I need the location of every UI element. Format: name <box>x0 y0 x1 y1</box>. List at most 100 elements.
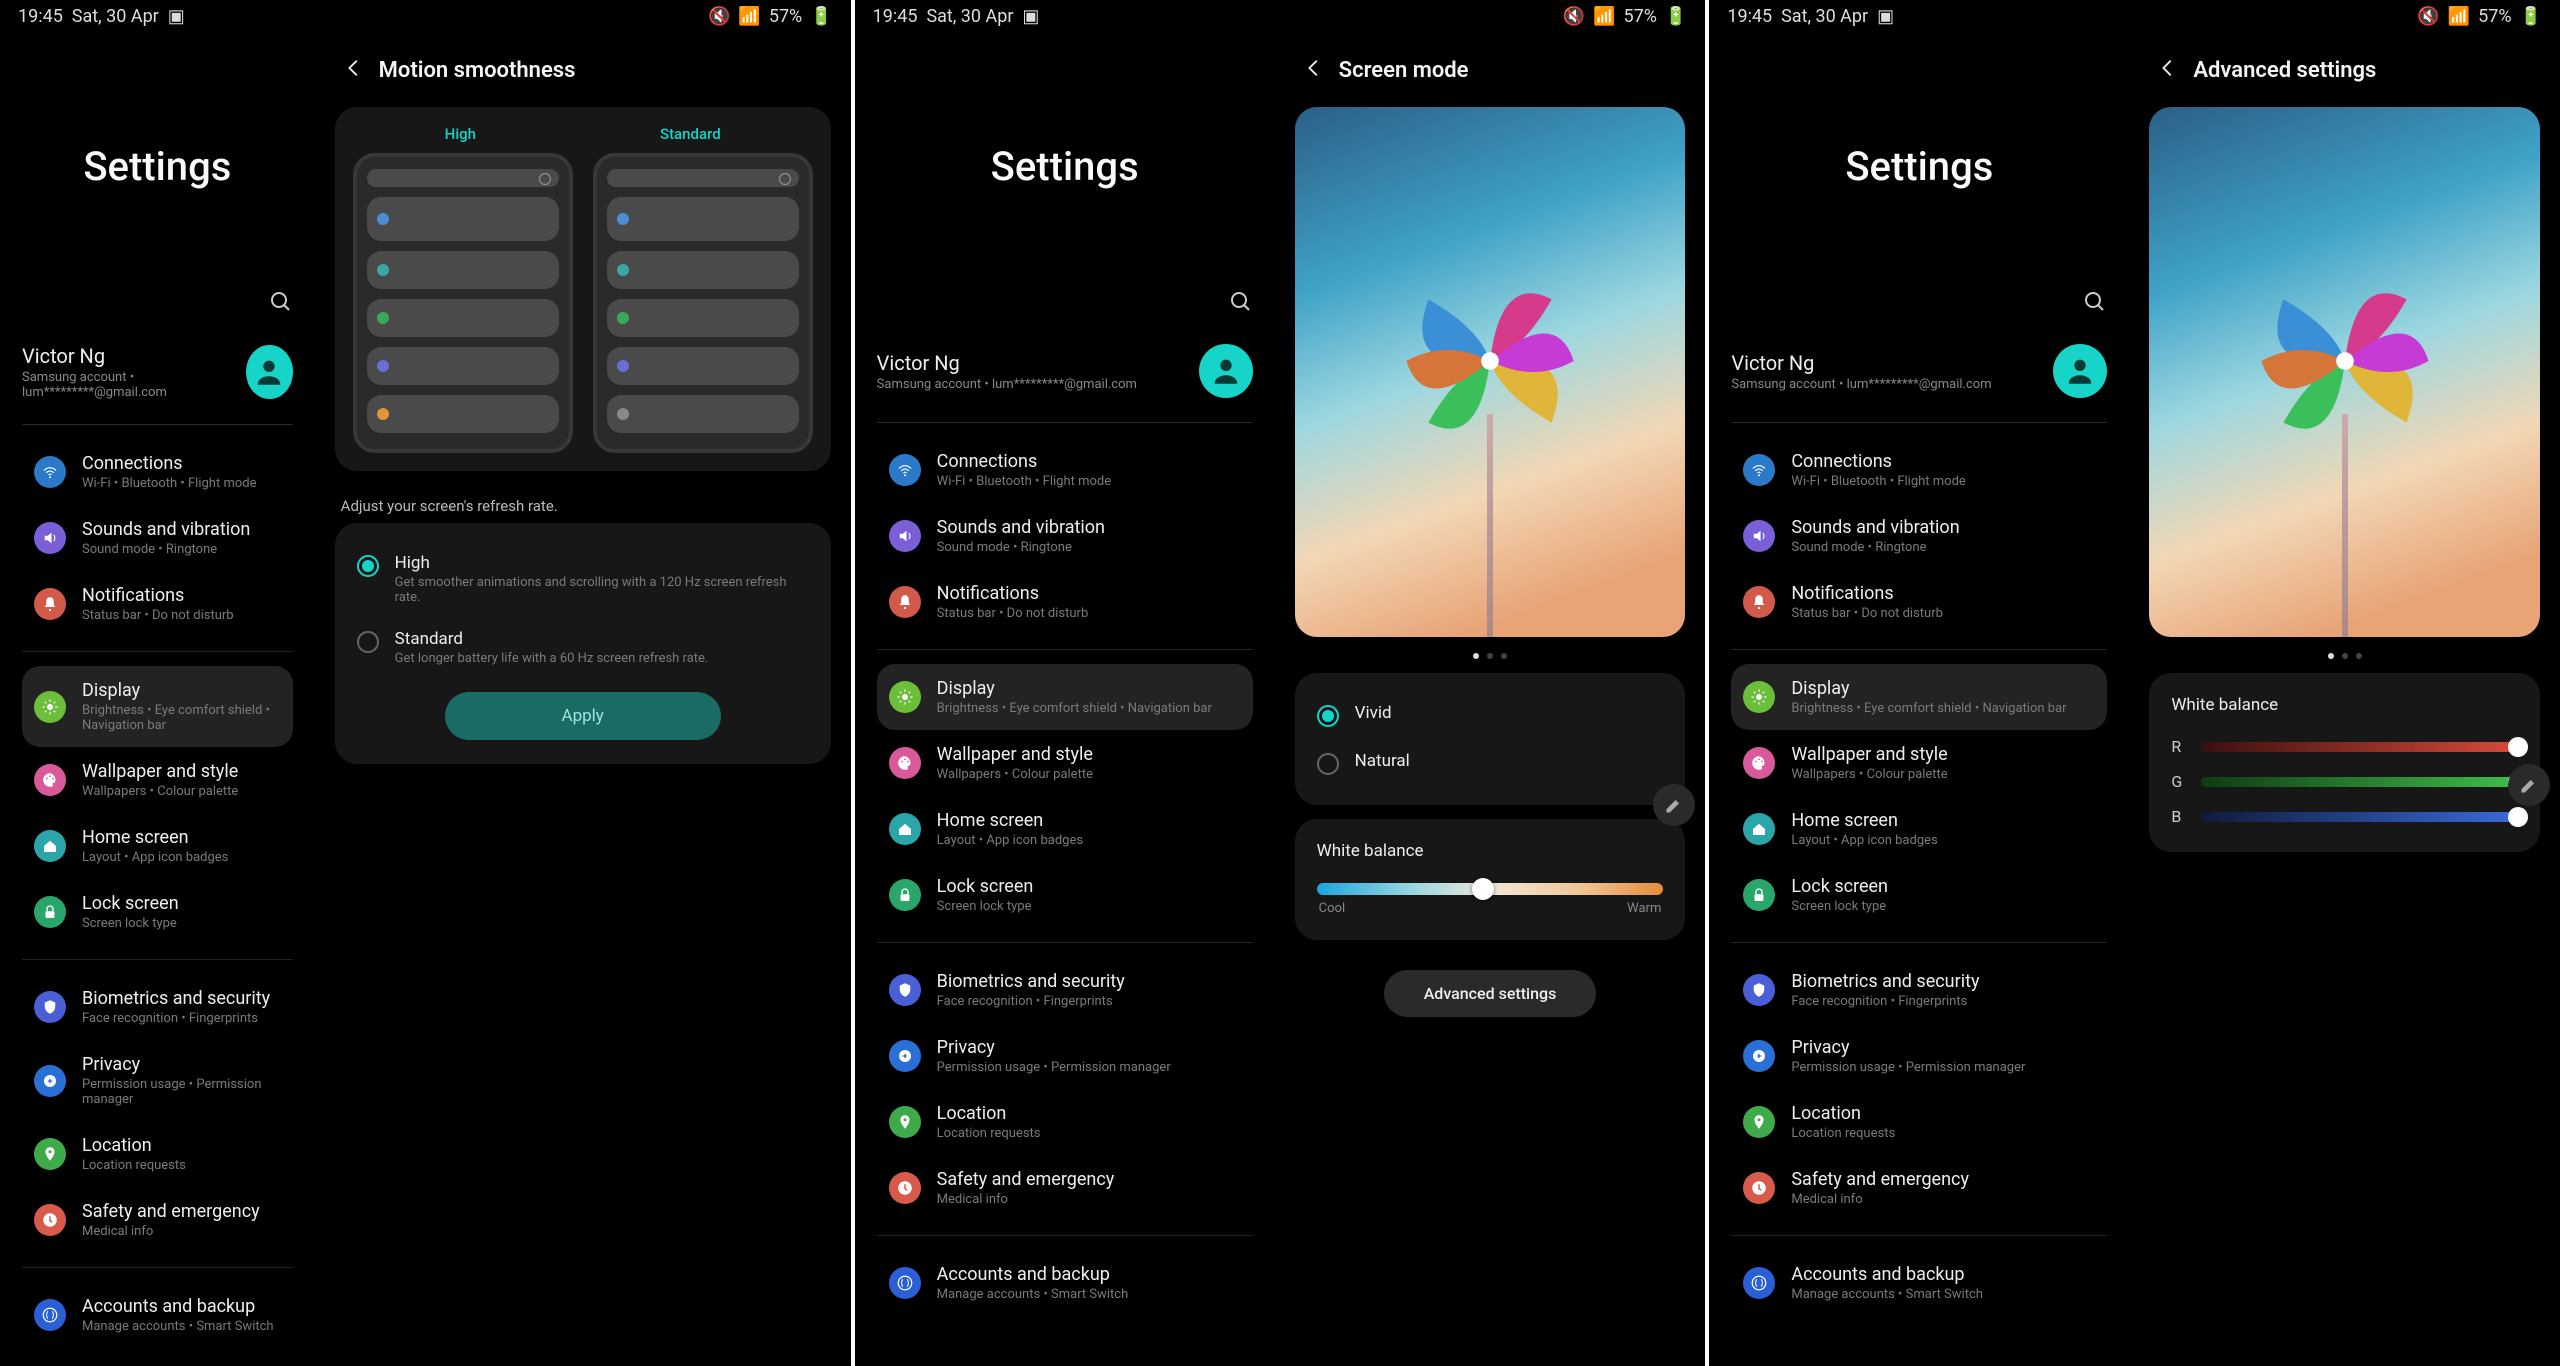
sidebar-item-home-screen[interactable]: Home screenLayout • App icon badges <box>877 796 1253 862</box>
sidebar-item-location[interactable]: LocationLocation requests <box>877 1089 1253 1155</box>
sidebar-item-accounts-and-backup[interactable]: Accounts and backupManage accounts • Sma… <box>877 1250 1253 1316</box>
sidebar-item-notifications[interactable]: NotificationsStatus bar • Do not disturb <box>877 569 1253 635</box>
sidebar-item-lock-screen[interactable]: Lock screenScreen lock type <box>877 862 1253 928</box>
search-button[interactable] <box>877 290 1253 318</box>
sidebar-item-biometrics-and-security[interactable]: Biometrics and securityFace recognition … <box>22 974 293 1040</box>
edit-fab[interactable] <box>1653 784 1695 826</box>
sidebar-item-safety-and-emergency[interactable]: Safety and emergencyMedical info <box>22 1187 293 1253</box>
search-icon <box>269 290 293 314</box>
sidebar-item-privacy[interactable]: PrivacyPermission usage • Permission man… <box>1731 1023 2107 1089</box>
battery-icon: 🔋 <box>810 6 832 27</box>
sidebar-item-privacy[interactable]: PrivacyPermission usage • Permission man… <box>22 1040 293 1121</box>
pinwheel-icon <box>1380 251 1600 471</box>
radio-icon <box>357 631 379 653</box>
screenshot-icon: ▣ <box>1877 6 1894 27</box>
sidebar-item-wallpaper-and-style[interactable]: Wallpaper and styleWallpapers • Colour p… <box>877 730 1253 796</box>
option-high[interactable]: High Get smoother animations and scrolli… <box>353 541 813 617</box>
status-date: Sat, 30 Apr <box>72 6 159 27</box>
back-button[interactable] <box>343 57 365 83</box>
sidebar-item-lock-screen[interactable]: Lock screenScreen lock type <box>22 879 293 945</box>
sidebar-item-location[interactable]: LocationLocation requests <box>1731 1089 2107 1155</box>
search-button[interactable] <box>22 290 293 318</box>
white-balance-slider[interactable] <box>1317 883 1664 895</box>
sidebar-item-lock-screen[interactable]: Lock screenScreen lock type <box>1731 862 2107 928</box>
pinwheel-icon <box>2235 251 2455 471</box>
page-indicator <box>2149 647 2540 673</box>
slider-b[interactable]: B <box>2167 799 2522 834</box>
option-standard[interactable]: Standard Get longer battery life with a … <box>353 617 813 678</box>
back-button[interactable] <box>2157 57 2179 83</box>
edit-fab[interactable] <box>2508 764 2550 806</box>
pin-icon <box>1743 1106 1775 1138</box>
sidebar-item-display[interactable]: DisplayBrightness • Eye comfort shield •… <box>1731 664 2107 730</box>
sidebar-item-sounds-and-vibration[interactable]: Sounds and vibrationSound mode • Rington… <box>22 505 293 571</box>
sidebar-item-sounds-and-vibration[interactable]: Sounds and vibrationSound mode • Rington… <box>1731 503 2107 569</box>
sidebar-item-wallpaper-and-style[interactable]: Wallpaper and styleWallpapers • Colour p… <box>22 747 293 813</box>
sidebar-item-notifications[interactable]: NotificationsStatus bar • Do not disturb <box>1731 569 2107 635</box>
sidebar-item-home-screen[interactable]: Home screenLayout • App icon badges <box>22 813 293 879</box>
slider-g[interactable]: G <box>2167 764 2522 799</box>
privacy-icon <box>34 1065 66 1097</box>
palette-icon <box>34 764 66 796</box>
sidebar-item-safety-and-emergency[interactable]: Safety and emergencyMedical info <box>1731 1155 2107 1221</box>
panel-screen-mode: 19:45 Sat, 30 Apr ▣ 🔇📶57%🔋 Settings Vict… <box>855 0 1706 1366</box>
bell-icon <box>34 588 66 620</box>
home-icon <box>1743 813 1775 845</box>
safety-icon <box>1743 1172 1775 1204</box>
sidebar-item-accounts-and-backup[interactable]: Accounts and backupManage accounts • Sma… <box>22 1282 293 1348</box>
sidebar-item-privacy[interactable]: PrivacyPermission usage • Permission man… <box>877 1023 1253 1089</box>
sidebar-item-sounds-and-vibration[interactable]: Sounds and vibrationSound mode • Rington… <box>877 503 1253 569</box>
lock-icon <box>34 896 66 928</box>
settings-sidebar: Settings Victor NgSamsung account • lum*… <box>1709 33 2129 1366</box>
sidebar-item-display[interactable]: DisplayBrightness • Eye comfort shield •… <box>22 666 293 747</box>
description: Adjust your screen's refresh rate. <box>335 485 831 523</box>
search-button[interactable] <box>1731 290 2107 318</box>
pencil-icon <box>2519 775 2539 795</box>
account-row[interactable]: Victor NgSamsung account • lum*********@… <box>1731 336 2107 423</box>
sidebar-item-wallpaper-and-style[interactable]: Wallpaper and styleWallpapers • Colour p… <box>1731 730 2107 796</box>
sidebar-item-connections[interactable]: ConnectionsWi-Fi • Bluetooth • Flight mo… <box>877 437 1253 503</box>
sidebar-item-biometrics-and-security[interactable]: Biometrics and securityFace recognition … <box>1731 957 2107 1023</box>
sidebar-item-notifications[interactable]: NotificationsStatus bar • Do not disturb <box>22 571 293 637</box>
wifi-icon: 📶 <box>738 6 760 27</box>
status-bar: 19:45 Sat, 30 Apr ▣ 🔇📶57%🔋 <box>1709 0 2560 33</box>
back-button[interactable] <box>1303 57 1325 83</box>
sidebar-item-accounts-and-backup[interactable]: Accounts and backupManage accounts • Sma… <box>1731 1250 2107 1316</box>
sidebar-item-safety-and-emergency[interactable]: Safety and emergencyMedical info <box>877 1155 1253 1221</box>
options-card: High Get smoother animations and scrolli… <box>335 523 831 764</box>
content-pane: Screen mode Vivid <box>1275 33 1706 1366</box>
sidebar-item-connections[interactable]: ConnectionsWi-Fi • Bluetooth • Flight mo… <box>1731 437 2107 503</box>
status-time: 19:45 <box>18 6 63 27</box>
apply-button[interactable]: Apply <box>445 692 721 740</box>
advanced-settings-button[interactable]: Advanced settings <box>1384 970 1597 1017</box>
tab-standard[interactable]: Standard <box>660 125 721 143</box>
screenshot-icon: ▣ <box>1022 6 1039 27</box>
sidebar-item-location[interactable]: LocationLocation requests <box>22 1121 293 1187</box>
pin-icon <box>34 1138 66 1170</box>
sidebar-item-biometrics-and-security[interactable]: Biometrics and securityFace recognition … <box>877 957 1253 1023</box>
content-pane: Advanced settings White balance R G <box>2129 33 2560 1366</box>
wifi-icon <box>34 456 66 488</box>
sidebar-item-display[interactable]: DisplayBrightness • Eye comfort shield •… <box>877 664 1253 730</box>
sound-icon <box>1743 520 1775 552</box>
slider-r[interactable]: R <box>2167 729 2522 764</box>
account-row[interactable]: Victor NgSamsung account • lum*********@… <box>877 336 1253 423</box>
battery-text: 57% <box>769 6 802 27</box>
home-icon <box>34 830 66 862</box>
settings-sidebar: Settings Victor Ng Samsung account • lum… <box>0 33 315 1366</box>
sidebar-list: ConnectionsWi-Fi • Bluetooth • Flight mo… <box>22 439 293 1366</box>
option-vivid[interactable]: Vivid <box>1313 691 1668 739</box>
sidebar-item-home-screen[interactable]: Home screenLayout • App icon badges <box>1731 796 2107 862</box>
sound-icon <box>34 522 66 554</box>
status-bar: 19:45 Sat, 30 Apr ▣ 🔇📶57%🔋 <box>855 0 1706 33</box>
sidebar-item-connections[interactable]: ConnectionsWi-Fi • Bluetooth • Flight mo… <box>22 439 293 505</box>
account-row[interactable]: Victor Ng Samsung account • lum*********… <box>22 336 293 425</box>
tab-high[interactable]: High <box>445 125 476 143</box>
white-balance-card: White balance CoolWarm <box>1295 819 1686 940</box>
palette-icon <box>889 747 921 779</box>
option-natural[interactable]: Natural <box>1313 739 1668 787</box>
page-title: Advanced settings <box>2193 58 2376 83</box>
privacy-icon <box>1743 1040 1775 1072</box>
safety-icon <box>889 1172 921 1204</box>
preview-image <box>2149 107 2540 637</box>
